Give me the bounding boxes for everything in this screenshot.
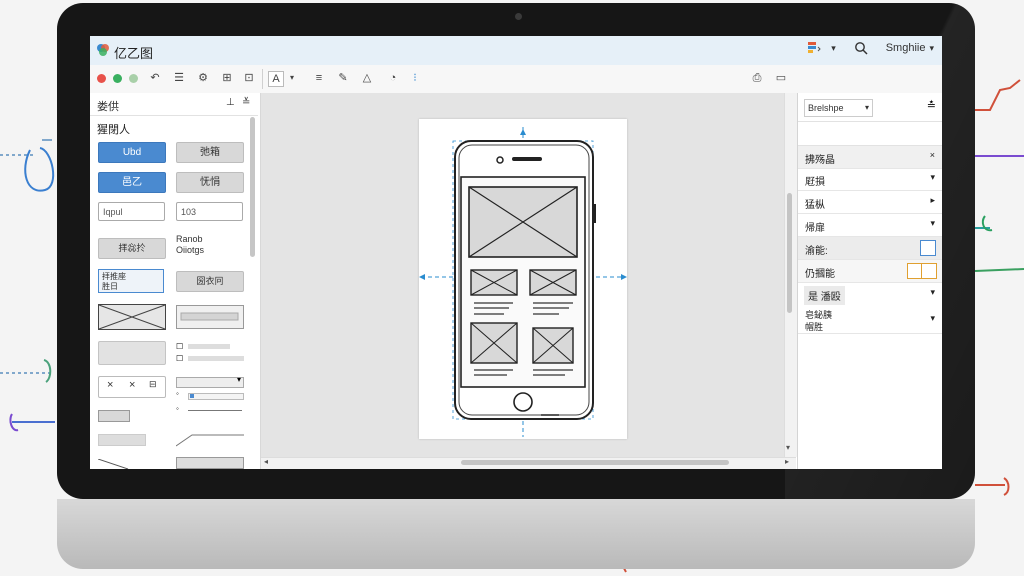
image-placeholder-shape[interactable] bbox=[98, 304, 166, 330]
lock-icon[interactable]: ⊡ bbox=[242, 71, 256, 85]
gear-icon[interactable]: ⚙ bbox=[196, 71, 210, 85]
collapse-icon[interactable]: ≚ bbox=[242, 97, 250, 108]
image-icon[interactable]: ◔ bbox=[386, 71, 400, 85]
left-panel-scrollbar[interactable] bbox=[250, 117, 255, 257]
text-tool-icon[interactable]: A bbox=[268, 71, 284, 87]
property-row-1[interactable]: 屘損 ▾ bbox=[798, 168, 942, 191]
toolbar: ↶ ☰ ⚙ ⊞ ⊡ A ▾ ≡ ✎ △ ◔ ⁝ ⎙ ▭ bbox=[90, 65, 942, 94]
scroll-right-icon[interactable]: ▸ bbox=[785, 457, 789, 466]
scroll-down-icon[interactable]: ▾ bbox=[786, 443, 790, 452]
format-icon[interactable] bbox=[807, 41, 821, 55]
chevron-down-icon: ▾ bbox=[929, 42, 934, 53]
gray-button-1[interactable]: 弛箱 bbox=[176, 142, 244, 163]
style-header: Brelshpe ▾ ≛ bbox=[798, 93, 942, 122]
app-title: 亿乙图 bbox=[114, 46, 154, 61]
blue-button-1[interactable]: Ubd bbox=[98, 142, 166, 163]
window-close-dot[interactable] bbox=[97, 74, 106, 83]
close-buttons-shape[interactable]: × × ⊟ bbox=[98, 376, 166, 398]
select-shape[interactable]: ▾ bbox=[176, 375, 244, 388]
app-window: 亿乙图 ▾ Smghiie ▾ ↶ ☰ ⚙ ⊞ ⊡ A ▾ ≡ ✎ △ ◔ ⁝ … bbox=[90, 36, 942, 469]
section-title: 猩閉人 bbox=[97, 124, 130, 136]
section-header: 拂殇晶 × bbox=[798, 145, 942, 169]
monitor: 亿乙图 ▾ Smghiie ▾ ↶ ☰ ⚙ ⊞ ⊡ A ▾ ≡ ✎ △ ◔ ⁝ … bbox=[57, 3, 975, 569]
gray-bar-shape[interactable] bbox=[98, 434, 146, 446]
layout-icon[interactable]: ▭ bbox=[774, 71, 788, 85]
dropdown-shape[interactable]: 圀衣冋 bbox=[176, 271, 244, 292]
close-icon[interactable]: × bbox=[930, 150, 935, 160]
pen-icon[interactable]: ✎ bbox=[336, 71, 350, 85]
page[interactable] bbox=[419, 119, 627, 439]
style-dropdown[interactable]: Brelshpe ▾ bbox=[804, 99, 873, 117]
logo-icon bbox=[97, 44, 109, 56]
small-button-shape[interactable] bbox=[98, 410, 130, 422]
checkbox-list-shape[interactable]: ☐ ☐ bbox=[176, 341, 244, 367]
gray-shape-button[interactable]: 拝惢扵 bbox=[98, 238, 166, 259]
blue-button-2[interactable]: 邑乙 bbox=[98, 172, 166, 193]
chevron-down-icon[interactable]: ▾ bbox=[831, 43, 836, 54]
export-icon[interactable]: ⎙ bbox=[750, 71, 764, 85]
user-menu-label: Smghiie bbox=[885, 42, 926, 54]
user-menu[interactable]: Smghiie ▾ bbox=[886, 42, 934, 54]
canvas[interactable]: ◂ ▸ ▾ bbox=[261, 93, 797, 469]
fill-row[interactable]: 渝能: bbox=[798, 237, 942, 260]
shadow-row[interactable]: 是 潘殴 ▾ bbox=[798, 283, 942, 305]
textarea-shape[interactable]: 拝推座 胜日 bbox=[98, 269, 164, 293]
chevron-down-icon: ▾ bbox=[930, 172, 935, 182]
search-icon[interactable] bbox=[854, 41, 868, 55]
window-maximize-dot[interactable] bbox=[129, 74, 138, 83]
lines-icon[interactable]: ☰ bbox=[172, 71, 186, 85]
property-row-2[interactable]: 猛枞 ▸ bbox=[798, 191, 942, 214]
other-row[interactable]: 皂鉍胰 帽胜 ▾ bbox=[798, 307, 942, 334]
chevron-down-icon[interactable]: ▾ bbox=[285, 71, 299, 85]
phone-wireframe[interactable] bbox=[419, 119, 627, 439]
chevron-down-icon: ▾ bbox=[930, 287, 935, 297]
bottom-bar-shape[interactable] bbox=[176, 457, 244, 469]
grid-icon[interactable]: ⊞ bbox=[220, 71, 234, 85]
line-row[interactable]: 仍摑能 bbox=[798, 260, 942, 283]
close-icon: × bbox=[107, 379, 114, 391]
align-icon[interactable]: ≡ bbox=[312, 71, 326, 85]
window-icon: ⊟ bbox=[149, 379, 157, 389]
chevron-down-icon: ▾ bbox=[930, 218, 935, 228]
radio-shape[interactable]: Ranob Oiiotgs bbox=[176, 234, 204, 256]
collapse-icon[interactable]: ≛ bbox=[927, 99, 936, 112]
pin-icon[interactable]: ⊥ bbox=[226, 97, 235, 108]
text-input-1[interactable]: Iqpul bbox=[98, 202, 165, 221]
line-color-swatch[interactable] bbox=[907, 263, 937, 279]
property-row-3[interactable]: 帰扉 ▾ bbox=[798, 214, 942, 237]
chevron-down-icon: ▾ bbox=[930, 313, 935, 323]
chevron-down-icon: ▾ bbox=[864, 103, 869, 112]
distribute-icon[interactable]: ⁝ bbox=[408, 71, 422, 85]
slider-shape[interactable]: ◦ bbox=[176, 389, 244, 401]
fill-color-swatch[interactable] bbox=[920, 240, 936, 256]
gray-button-2[interactable]: 怃悁 bbox=[176, 172, 244, 193]
close-icon: × bbox=[129, 379, 136, 391]
diagonal-line-shape[interactable] bbox=[176, 433, 244, 447]
panel-header: 娄供 ⊥ ≚ bbox=[90, 93, 258, 116]
title-bar: 亿乙图 ▾ Smghiie ▾ bbox=[90, 36, 942, 66]
chevron-right-icon: ▸ bbox=[930, 195, 935, 205]
monitor-chin bbox=[57, 499, 975, 569]
properties-panel: Brelshpe ▾ ≛ 拂殇晶 × 屘損 ▾ 猛枞 ▸ 帰扉 ▾ 渝能: 仍摑… bbox=[797, 93, 942, 469]
camera bbox=[515, 13, 522, 20]
progress-shape[interactable] bbox=[176, 305, 244, 329]
text-input-2[interactable]: 103 bbox=[176, 202, 243, 221]
scroll-left-icon[interactable]: ◂ bbox=[264, 457, 268, 466]
panel-title: 娄供 bbox=[97, 101, 119, 113]
horizontal-scrollbar[interactable] bbox=[461, 460, 729, 465]
vertical-scrollbar[interactable] bbox=[787, 193, 792, 313]
line-shape[interactable]: ◦ bbox=[176, 404, 242, 415]
undo-icon[interactable]: ↶ bbox=[148, 71, 162, 85]
triangle-shape[interactable] bbox=[98, 459, 158, 469]
shape-icon[interactable]: △ bbox=[360, 71, 374, 85]
shape-library-panel: 娄供 ⊥ ≚ 猩閉人 Ubd 弛箱 邑乙 怃悁 Iqpul 103 拝惢扵 Ra… bbox=[90, 93, 261, 469]
gray-box-shape[interactable] bbox=[98, 341, 166, 365]
window-minimize-dot[interactable] bbox=[113, 74, 122, 83]
